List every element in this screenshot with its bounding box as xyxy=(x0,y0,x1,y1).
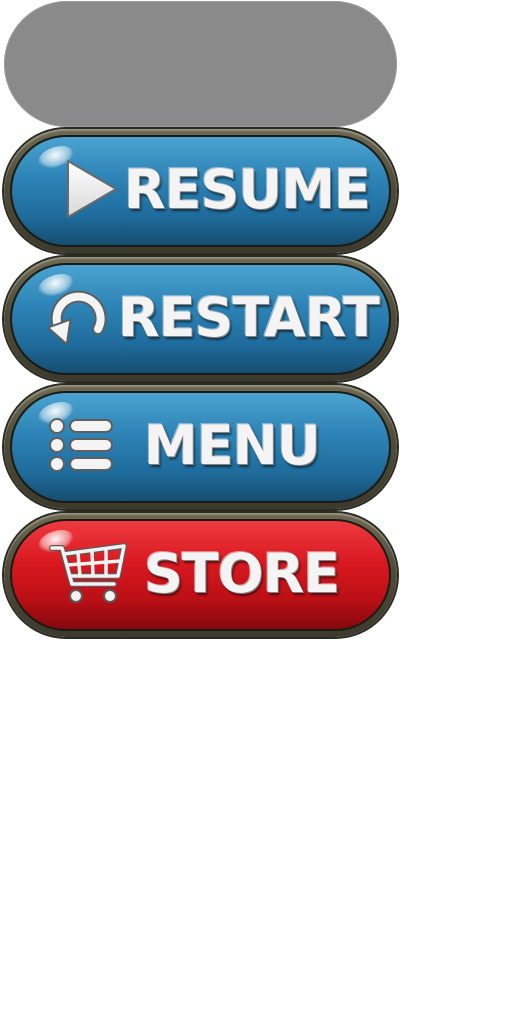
resume-button[interactable]: RESUME xyxy=(4,129,397,253)
menu-button[interactable]: MENU xyxy=(4,385,397,509)
disabled-button-placeholder xyxy=(4,1,397,127)
list-icon xyxy=(48,417,114,477)
store-button-face: STORE xyxy=(10,519,391,631)
restart-label: RESTART xyxy=(118,285,380,349)
restart-button-face: RESTART xyxy=(10,263,391,375)
resume-label: RESUME xyxy=(124,157,371,221)
menu-label: MENU xyxy=(144,413,321,477)
button-sprite-sheet: RESUME RESTART MENU STORE xyxy=(0,0,512,1024)
resume-button-face: RESUME xyxy=(10,135,391,247)
restart-button[interactable]: RESTART xyxy=(4,257,397,381)
play-icon xyxy=(62,157,120,225)
restart-icon xyxy=(46,283,112,355)
store-label: STORE xyxy=(144,541,340,605)
cart-icon xyxy=(48,538,130,612)
store-button[interactable]: STORE xyxy=(4,513,397,637)
menu-button-face: MENU xyxy=(10,391,391,503)
